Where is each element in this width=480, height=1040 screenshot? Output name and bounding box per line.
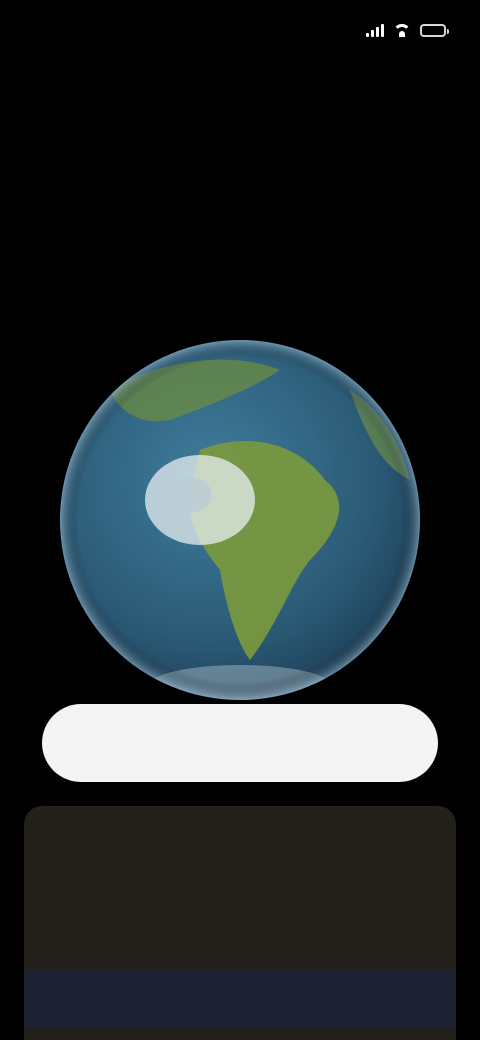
globe-icon [60,340,420,700]
panel-item[interactable] [24,810,456,874]
panel-item-selected[interactable] [24,970,456,1028]
primary-action-button[interactable] [42,704,438,782]
wifi-icon [393,23,411,37]
bottom-panel [24,806,456,1040]
status-right [366,23,449,37]
panel-item[interactable] [24,874,456,938]
cellular-signal-icon [366,23,384,37]
battery-icon [420,23,449,37]
status-bar [0,0,480,60]
globe-image [50,330,430,710]
